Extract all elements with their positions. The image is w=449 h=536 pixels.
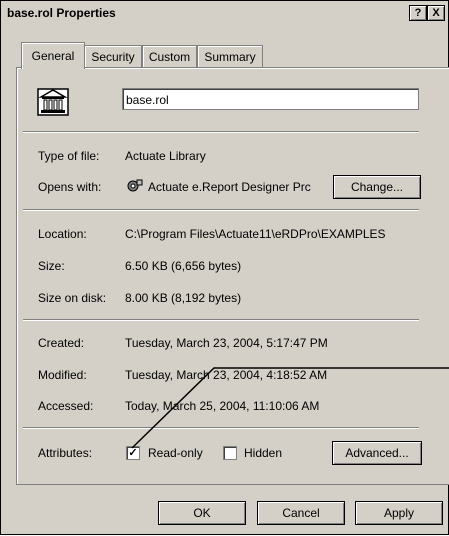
tab-general[interactable]: General [21,42,85,69]
cancel-button[interactable]: Cancel [257,501,345,525]
properties-dialog: base.rol Properties ? X General Security… [0,0,449,535]
apply-button[interactable]: Apply [355,501,443,525]
ok-button[interactable]: OK [158,501,246,525]
callout-line [131,367,449,449]
